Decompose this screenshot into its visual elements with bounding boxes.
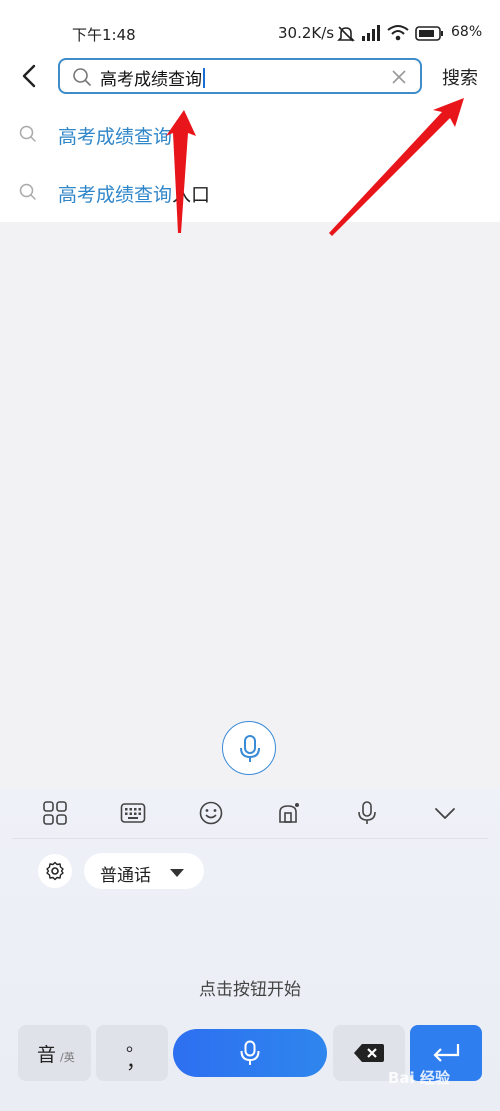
wifi-icon bbox=[387, 25, 409, 41]
language-selector[interactable]: 普通话 bbox=[84, 853, 204, 889]
search-input[interactable]: 高考成绩查询 bbox=[58, 58, 422, 94]
text-caret bbox=[203, 68, 205, 88]
battery-icon bbox=[415, 26, 443, 41]
clear-icon[interactable] bbox=[390, 68, 408, 86]
floating-voice-button[interactable] bbox=[222, 721, 276, 775]
microphone-icon bbox=[240, 735, 260, 762]
search-icon bbox=[73, 68, 91, 86]
battery-percent: 68% bbox=[451, 24, 483, 40]
dropdown-caret-icon bbox=[170, 869, 184, 877]
suggestion-text: 高考成绩查询入口 bbox=[58, 184, 211, 206]
voice-input-button[interactable] bbox=[173, 1029, 327, 1077]
backspace-icon bbox=[354, 1044, 384, 1062]
search-header: 高考成绩查询 搜索 bbox=[0, 50, 500, 106]
signal-icon bbox=[362, 25, 380, 41]
voice-keyboard: 普通话 点击按钮开始 音 /英 。 ， Bai 经验 bbox=[0, 788, 500, 1111]
keyboard-toolbar bbox=[12, 788, 488, 839]
punctuation-key[interactable]: 。 ， bbox=[96, 1025, 168, 1081]
tool-icon[interactable] bbox=[276, 800, 302, 826]
language-label: 普通话 bbox=[100, 866, 151, 886]
suggestion-item[interactable]: 高考成绩查询 bbox=[0, 106, 500, 164]
search-icon bbox=[19, 183, 36, 200]
search-button[interactable]: 搜索 bbox=[442, 64, 478, 90]
gear-icon bbox=[46, 861, 64, 881]
emoji-icon[interactable] bbox=[198, 800, 224, 826]
back-arrow-icon[interactable] bbox=[16, 62, 44, 90]
keyboard-icon[interactable] bbox=[120, 800, 146, 826]
settings-button[interactable] bbox=[38, 854, 72, 888]
suggestion-item[interactable]: 高考成绩查询入口 bbox=[0, 164, 500, 222]
search-icon bbox=[19, 125, 36, 142]
voice-hint: 点击按钮开始 bbox=[199, 980, 301, 1000]
grid-icon[interactable] bbox=[42, 800, 68, 826]
suggestion-list: 高考成绩查询 高考成绩查询入口 bbox=[0, 106, 500, 222]
network-speed: 30.2K/s bbox=[278, 24, 335, 42]
search-query: 高考成绩查询 bbox=[100, 65, 205, 90]
suggestion-text: 高考成绩查询 bbox=[58, 126, 173, 148]
pinyin-english-toggle-key[interactable]: 音 /英 bbox=[18, 1025, 91, 1081]
mute-icon bbox=[337, 26, 355, 42]
status-time: 下午1:48 bbox=[72, 26, 136, 44]
chevron-down-icon[interactable] bbox=[432, 800, 458, 826]
microphone-icon[interactable] bbox=[354, 800, 380, 826]
enter-icon bbox=[433, 1044, 460, 1062]
watermark: Bai 经验 bbox=[388, 1069, 450, 1087]
microphone-icon bbox=[240, 1040, 260, 1065]
